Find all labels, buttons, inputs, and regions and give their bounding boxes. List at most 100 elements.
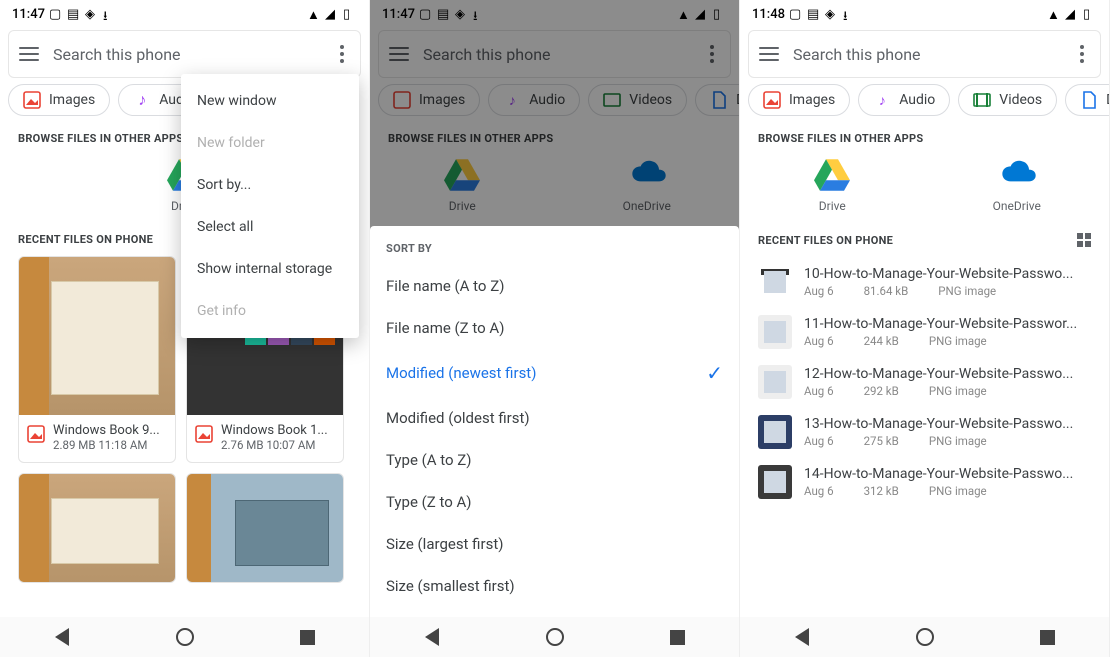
search-bar[interactable]: Search this phone bbox=[748, 30, 1101, 78]
onedrive-icon bbox=[999, 159, 1035, 191]
chip-label: Videos bbox=[999, 92, 1042, 108]
download-icon: ⭳ bbox=[843, 7, 857, 21]
phone-1: 11:47 ▢ ▤ ◈ ⭳ ▲ ◢ ▯ Search this phone Im… bbox=[0, 0, 370, 657]
status-bar: 11:47 ▢ ▤ ◈ ⭳ ▲ ◢ ▯ bbox=[0, 0, 369, 24]
sort-option-label: File name (Z to A) bbox=[386, 319, 504, 337]
file-date: Aug 6 bbox=[804, 334, 834, 348]
file-card[interactable]: Windows Book 9... 2.89 MB 11:18 AM bbox=[18, 256, 176, 463]
chip-label: Audio bbox=[899, 92, 935, 108]
sort-option-label: File name (A to Z) bbox=[386, 277, 504, 295]
phone-3: 11:48 ▢ ▤ ◈ ⭳ ▲ ◢ ▯ Search this phone Im… bbox=[740, 0, 1110, 657]
file-thumbnail bbox=[758, 465, 792, 499]
image-icon bbox=[763, 91, 781, 109]
sort-option[interactable]: File name (Z to A) bbox=[370, 307, 739, 349]
sort-option-label: Type (Z to A) bbox=[386, 493, 472, 511]
menu-icon[interactable] bbox=[759, 47, 779, 61]
sort-option-active[interactable]: Modified (newest first)✓ bbox=[370, 349, 739, 397]
app-label: Drive bbox=[819, 199, 846, 213]
menu-show-internal[interactable]: Show internal storage bbox=[181, 248, 359, 290]
file-size: 275 kB bbox=[864, 434, 899, 448]
file-size: 292 kB bbox=[864, 384, 899, 398]
menu-new-window[interactable]: New window bbox=[181, 80, 359, 122]
menu-new-folder: New folder bbox=[181, 122, 359, 164]
chip-videos[interactable]: Videos bbox=[958, 84, 1057, 116]
list-item[interactable]: 12-How-to-Manage-Your-Website-Passwo... … bbox=[752, 357, 1097, 407]
sort-option[interactable]: Type (A to Z) bbox=[370, 439, 739, 481]
sort-option[interactable]: Modified (oldest first) bbox=[370, 397, 739, 439]
chat-icon: ▤ bbox=[67, 7, 81, 21]
image-file-icon bbox=[195, 425, 213, 443]
list-item[interactable]: 11-How-to-Manage-Your-Website-Passwor...… bbox=[752, 307, 1097, 357]
wifi-icon: ▲ bbox=[307, 7, 321, 21]
chip-label: Docume bbox=[1106, 92, 1109, 108]
section-browse-label: BROWSE FILES IN OTHER APPS bbox=[740, 126, 1109, 155]
phone-2: 11:47 ▢ ▤ ◈ ⭳ ▲ ◢ ▯ Search this phone Im… bbox=[370, 0, 740, 657]
nav-recents[interactable] bbox=[1037, 626, 1059, 648]
wifi-icon: ▲ bbox=[1047, 7, 1061, 21]
file-name: 13-How-to-Manage-Your-Website-Passwo... bbox=[804, 416, 1091, 432]
sort-option-label: Modified (newest first) bbox=[386, 364, 536, 382]
menu-sort-by[interactable]: Sort by... bbox=[181, 164, 359, 206]
image-icon: ▢ bbox=[789, 7, 803, 21]
section-recent-label: RECENT FILES ON PHONE bbox=[758, 234, 893, 247]
file-name: 14-How-to-Manage-Your-Website-Passwo... bbox=[804, 466, 1091, 482]
list-item[interactable]: 10-How-to-Manage-Your-Website-Passwo... … bbox=[752, 257, 1097, 307]
file-sub: 2.76 MB 10:07 AM bbox=[221, 438, 328, 452]
nav-bar bbox=[740, 617, 1109, 657]
overflow-menu: New window New folder Sort by... Select … bbox=[181, 74, 359, 338]
file-date: Aug 6 bbox=[804, 284, 834, 298]
search-bar[interactable]: Search this phone bbox=[8, 30, 361, 78]
search-placeholder[interactable]: Search this phone bbox=[793, 45, 1060, 64]
sort-by-sheet: SORT BY File name (A to Z) File name (Z … bbox=[370, 226, 739, 617]
sort-option[interactable]: File name (A to Z) bbox=[370, 265, 739, 307]
overflow-button[interactable] bbox=[334, 45, 350, 63]
nav-recents[interactable] bbox=[297, 626, 319, 648]
chat-icon: ▤ bbox=[807, 7, 821, 21]
music-note-icon: ♪ bbox=[133, 91, 151, 109]
file-card[interactable] bbox=[186, 473, 344, 583]
list-item[interactable]: 13-How-to-Manage-Your-Website-Passwo... … bbox=[752, 407, 1097, 457]
nav-home[interactable] bbox=[914, 626, 936, 648]
search-placeholder[interactable]: Search this phone bbox=[53, 45, 320, 64]
nav-back[interactable] bbox=[421, 626, 443, 648]
sort-option-label: Size (largest first) bbox=[386, 535, 503, 553]
shield-icon: ◈ bbox=[825, 7, 839, 21]
chip-label: Images bbox=[789, 92, 835, 108]
menu-select-all[interactable]: Select all bbox=[181, 206, 359, 248]
app-onedrive[interactable]: OneDrive bbox=[957, 159, 1077, 213]
file-type: PNG image bbox=[938, 284, 996, 298]
overflow-button[interactable] bbox=[1074, 45, 1090, 63]
view-toggle-button[interactable] bbox=[1077, 233, 1091, 247]
status-time: 11:47 bbox=[12, 7, 45, 22]
nav-home[interactable] bbox=[544, 626, 566, 648]
file-type: PNG image bbox=[929, 434, 987, 448]
sort-option[interactable]: Type (Z to A) bbox=[370, 481, 739, 523]
nav-home[interactable] bbox=[174, 626, 196, 648]
nav-back[interactable] bbox=[791, 626, 813, 648]
nav-recents[interactable] bbox=[667, 626, 689, 648]
file-date: Aug 6 bbox=[804, 384, 834, 398]
chip-documents[interactable]: Docume bbox=[1065, 84, 1109, 116]
chip-audio[interactable]: ♪ Audio bbox=[858, 84, 950, 116]
music-note-icon: ♪ bbox=[873, 91, 891, 109]
sort-option[interactable]: Size (smallest first) bbox=[370, 565, 739, 607]
app-drive[interactable]: Drive bbox=[772, 159, 892, 213]
file-card[interactable] bbox=[18, 473, 176, 583]
image-icon: ▢ bbox=[49, 7, 63, 21]
nav-bar bbox=[370, 617, 739, 657]
chip-images[interactable]: Images bbox=[748, 84, 850, 116]
file-size: 312 kB bbox=[864, 484, 899, 498]
filter-chip-row: Images ♪ Audio Videos Docume bbox=[740, 84, 1109, 126]
file-name: 10-How-to-Manage-Your-Website-Passwo... bbox=[804, 266, 1091, 282]
menu-icon[interactable] bbox=[19, 47, 39, 61]
file-size: 81.64 kB bbox=[864, 284, 909, 298]
file-name: 12-How-to-Manage-Your-Website-Passwo... bbox=[804, 366, 1091, 382]
status-time: 11:48 bbox=[752, 7, 785, 22]
list-item[interactable]: 14-How-to-Manage-Your-Website-Passwo... … bbox=[752, 457, 1097, 507]
nav-back[interactable] bbox=[51, 626, 73, 648]
chip-images[interactable]: Images bbox=[8, 84, 110, 116]
sort-option[interactable]: Size (largest first) bbox=[370, 523, 739, 565]
file-name: Windows Book 9... bbox=[53, 423, 160, 438]
file-name: 11-How-to-Manage-Your-Website-Passwor... bbox=[804, 316, 1091, 332]
file-thumbnail bbox=[758, 265, 792, 299]
